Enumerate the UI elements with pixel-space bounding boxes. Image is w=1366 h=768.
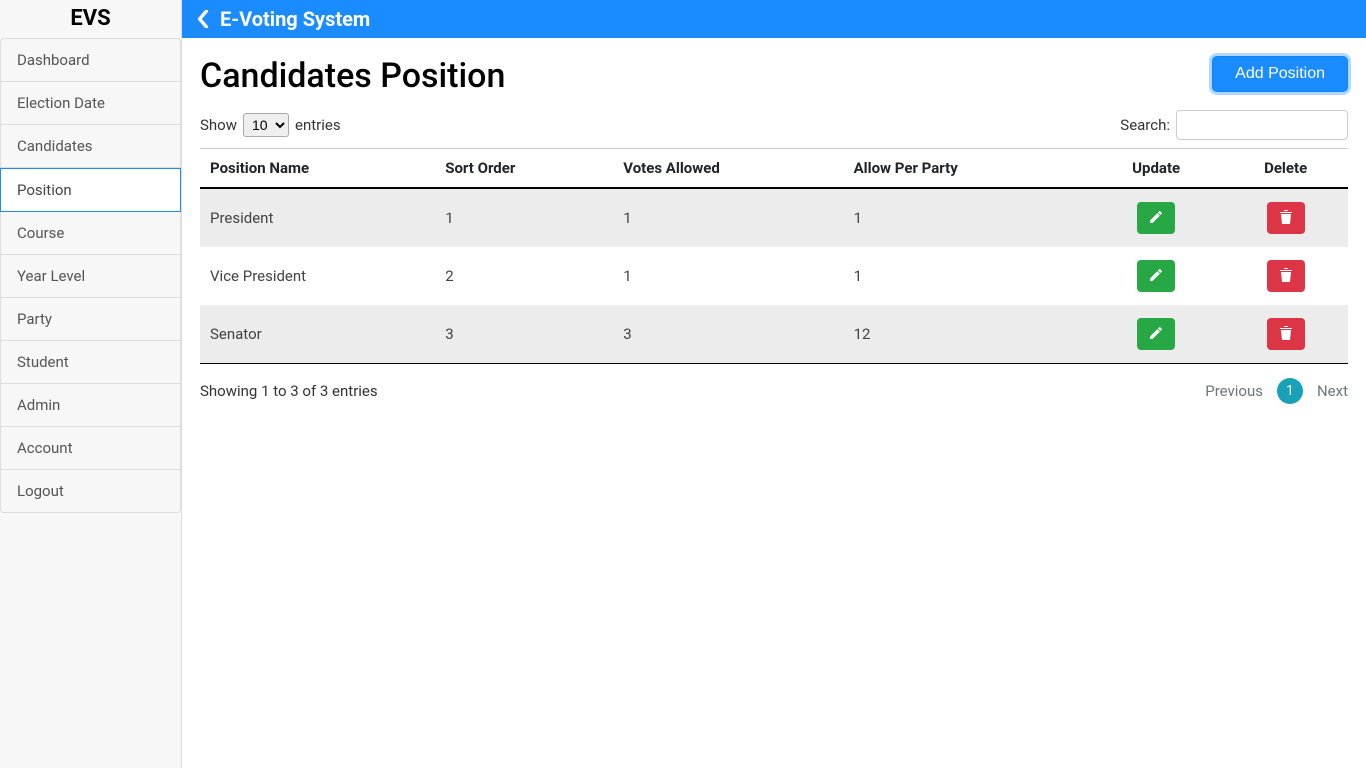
edit-icon bbox=[1148, 267, 1164, 286]
trash-icon bbox=[1279, 267, 1293, 286]
sidebar-item-account[interactable]: Account bbox=[0, 427, 181, 470]
cell-position-name: President bbox=[200, 188, 435, 247]
cell-allow-per-party: 12 bbox=[844, 305, 1089, 364]
page-title: Candidates Position bbox=[200, 56, 505, 96]
sidebar-item-dashboard[interactable]: Dashboard bbox=[0, 38, 181, 82]
update-button[interactable] bbox=[1137, 202, 1175, 234]
table-controls: Show 10 entries Search: bbox=[200, 110, 1348, 140]
cell-sort-order: 3 bbox=[435, 305, 613, 364]
col-position-name[interactable]: Position Name bbox=[200, 149, 435, 189]
delete-button[interactable] bbox=[1267, 202, 1305, 234]
page-header: Candidates Position Add Position bbox=[200, 56, 1348, 96]
table-info: Showing 1 to 3 of 3 entries bbox=[200, 382, 378, 400]
trash-icon bbox=[1279, 325, 1293, 344]
topbar: E-Voting System bbox=[182, 0, 1366, 38]
length-control: Show 10 entries bbox=[200, 113, 341, 137]
delete-button[interactable] bbox=[1267, 260, 1305, 292]
search-control: Search: bbox=[1120, 110, 1348, 140]
cell-allow-per-party: 1 bbox=[844, 188, 1089, 247]
cell-votes-allowed: 1 bbox=[613, 247, 843, 305]
sidebar-item-candidates[interactable]: Candidates bbox=[0, 125, 181, 168]
edit-icon bbox=[1148, 209, 1164, 228]
delete-button[interactable] bbox=[1267, 318, 1305, 350]
cell-sort-order: 1 bbox=[435, 188, 613, 247]
update-button[interactable] bbox=[1137, 318, 1175, 350]
col-votes-allowed[interactable]: Votes Allowed bbox=[613, 149, 843, 189]
table-footer: Showing 1 to 3 of 3 entries Previous 1 N… bbox=[200, 378, 1348, 404]
sidebar-item-student[interactable]: Student bbox=[0, 341, 181, 384]
sidebar-item-logout[interactable]: Logout bbox=[0, 470, 181, 513]
table-row: Vice President 2 1 1 bbox=[200, 247, 1348, 305]
length-select[interactable]: 10 bbox=[243, 113, 289, 137]
pager: Previous 1 Next bbox=[1205, 378, 1348, 404]
sidebar-item-election-date[interactable]: Election Date bbox=[0, 82, 181, 125]
sidebar: EVS Dashboard Election Date Candidates P… bbox=[0, 0, 182, 768]
cell-sort-order: 2 bbox=[435, 247, 613, 305]
cell-votes-allowed: 3 bbox=[613, 305, 843, 364]
sidebar-item-year-level[interactable]: Year Level bbox=[0, 255, 181, 298]
col-update[interactable]: Update bbox=[1089, 149, 1223, 189]
main-area: E-Voting System Candidates Position Add … bbox=[182, 0, 1366, 768]
col-allow-per-party[interactable]: Allow Per Party bbox=[844, 149, 1089, 189]
update-button[interactable] bbox=[1137, 260, 1175, 292]
topbar-title: E-Voting System bbox=[220, 7, 370, 31]
col-delete[interactable]: Delete bbox=[1223, 149, 1348, 189]
positions-table: Position Name Sort Order Votes Allowed A… bbox=[200, 148, 1348, 364]
table-row: President 1 1 1 bbox=[200, 188, 1348, 247]
col-sort-order[interactable]: Sort Order bbox=[435, 149, 613, 189]
search-label: Search: bbox=[1120, 116, 1170, 134]
pager-current[interactable]: 1 bbox=[1277, 378, 1303, 404]
back-icon[interactable] bbox=[196, 10, 210, 28]
table-row: Senator 3 3 12 bbox=[200, 305, 1348, 364]
pager-previous[interactable]: Previous bbox=[1205, 382, 1263, 400]
pager-next[interactable]: Next bbox=[1317, 382, 1348, 400]
cell-allow-per-party: 1 bbox=[844, 247, 1089, 305]
sidebar-item-admin[interactable]: Admin bbox=[0, 384, 181, 427]
add-position-button[interactable]: Add Position bbox=[1212, 56, 1348, 92]
cell-position-name: Senator bbox=[200, 305, 435, 364]
length-prefix: Show bbox=[200, 116, 237, 134]
cell-votes-allowed: 1 bbox=[613, 188, 843, 247]
content: Candidates Position Add Position Show 10… bbox=[182, 38, 1366, 404]
trash-icon bbox=[1279, 209, 1293, 228]
edit-icon bbox=[1148, 325, 1164, 344]
length-suffix: entries bbox=[295, 116, 341, 134]
sidebar-item-position[interactable]: Position bbox=[0, 168, 181, 212]
cell-position-name: Vice President bbox=[200, 247, 435, 305]
sidebar-nav: Dashboard Election Date Candidates Posit… bbox=[0, 38, 181, 513]
sidebar-item-course[interactable]: Course bbox=[0, 212, 181, 255]
sidebar-item-party[interactable]: Party bbox=[0, 298, 181, 341]
search-input[interactable] bbox=[1176, 110, 1348, 140]
brand-logo: EVS bbox=[0, 0, 181, 38]
